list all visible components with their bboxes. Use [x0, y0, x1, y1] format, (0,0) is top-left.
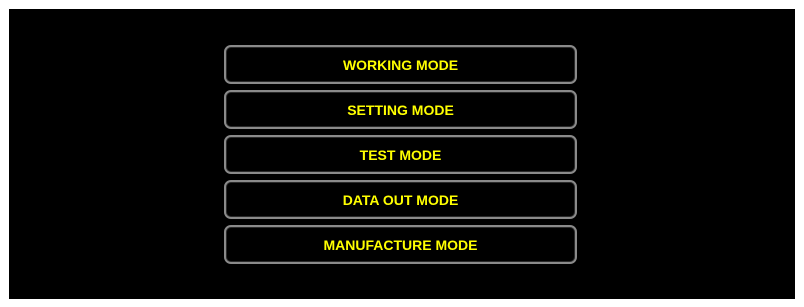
mode-menu: WORKING MODE SETTING MODE TEST MODE DATA…	[224, 45, 577, 264]
test-mode-button[interactable]: TEST MODE	[224, 135, 577, 174]
manufacture-mode-button[interactable]: MANUFACTURE MODE	[224, 225, 577, 264]
setting-mode-button[interactable]: SETTING MODE	[224, 90, 577, 129]
data-out-mode-button[interactable]: DATA OUT MODE	[224, 180, 577, 219]
working-mode-button[interactable]: WORKING MODE	[224, 45, 577, 84]
screen-panel: WORKING MODE SETTING MODE TEST MODE DATA…	[9, 9, 795, 299]
